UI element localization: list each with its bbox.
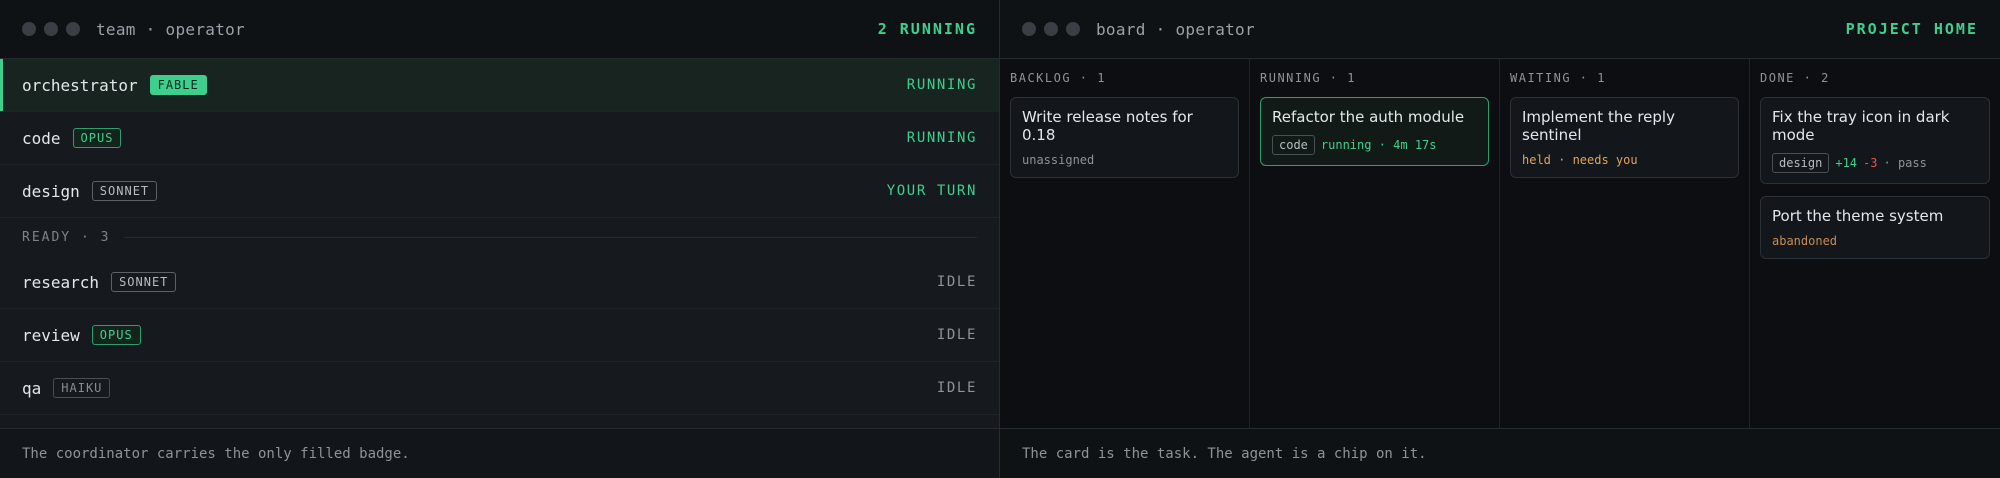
agent-name: code — [22, 128, 61, 148]
column-running: RUNNING · 1 Refactor the auth module cod… — [1250, 59, 1500, 428]
task-title: Implement the reply sentinel — [1522, 108, 1675, 144]
model-badge: HAIKU — [53, 378, 111, 398]
task-meta: code running · 4m 17s — [1272, 135, 1477, 155]
agent-row-research[interactable]: research SONNET IDLE — [0, 256, 999, 309]
project-home-link[interactable]: PROJECT HOME — [1846, 20, 1978, 38]
running-count: 2 RUNNING — [877, 20, 977, 38]
task-title: Port the theme system — [1772, 207, 1944, 225]
agent-row-orchestrator[interactable]: orchestrator FABLE RUNNING — [0, 59, 999, 112]
agent-state: YOUR TURN — [886, 183, 977, 199]
agent-state: IDLE — [936, 274, 977, 290]
run-status: running · 4m 17s — [1320, 138, 1437, 152]
agent-state: RUNNING — [906, 130, 977, 146]
column-header: WAITING · 1 — [1510, 71, 1606, 85]
maximize-window-dot[interactable] — [66, 22, 80, 36]
agent-name: research — [22, 272, 100, 292]
wait-status: held · needs you — [1522, 153, 1638, 167]
task-meta: held · needs you — [1522, 153, 1727, 167]
board-titlebar: board · operator PROJECT HOME — [1000, 0, 2000, 59]
column-header: RUNNING · 1 — [1260, 71, 1356, 85]
model-badge: OPUS — [72, 128, 122, 148]
assignment-status: unassigned — [1022, 153, 1095, 167]
agent-name: qa — [22, 378, 42, 398]
agent-row-design[interactable]: design SONNET YOUR TURN — [0, 165, 999, 218]
kanban-board: BACKLOG · 1 Write release notes for 0.18… — [1000, 59, 2000, 428]
agent-row-review[interactable]: review OPUS IDLE — [0, 309, 999, 362]
model-badge: SONNET — [111, 272, 177, 292]
agent-state: RUNNING — [906, 77, 977, 93]
abandoned-status: abandoned — [1772, 234, 1838, 248]
minimize-window-dot[interactable] — [44, 22, 58, 36]
column-header: DONE · 2 — [1760, 71, 1830, 85]
window-controls — [1022, 22, 1080, 36]
lines-added: +14 — [1835, 156, 1858, 170]
team-panel: team · operator 2 RUNNING orchestrator F… — [0, 0, 1000, 478]
task-card[interactable]: Fix the tray icon in dark mode design +1… — [1760, 97, 1990, 184]
agent-name: design — [22, 181, 80, 201]
close-window-dot[interactable] — [22, 22, 36, 36]
team-footer-note: The coordinator carries the only filled … — [0, 428, 999, 478]
window-controls — [22, 22, 80, 36]
model-badge: FABLE — [149, 75, 207, 95]
agent-state: IDLE — [936, 380, 977, 396]
task-card[interactable]: Port the theme system abandoned — [1760, 196, 1990, 259]
section-divider — [124, 236, 977, 238]
minimize-window-dot[interactable] — [1044, 22, 1058, 36]
agent-name: orchestrator — [22, 75, 138, 95]
agent-row-qa[interactable]: qa HAIKU IDLE — [0, 362, 999, 415]
agent-row-code[interactable]: code OPUS RUNNING — [0, 112, 999, 165]
task-card[interactable]: Refactor the auth module code running · … — [1260, 97, 1489, 166]
team-titlebar: team · operator 2 RUNNING — [0, 0, 999, 59]
ready-section-header: READY · 3 — [0, 218, 999, 256]
task-title: Fix the tray icon in dark mode — [1772, 108, 1950, 144]
column-done: DONE · 2 Fix the tray icon in dark mode … — [1750, 59, 2000, 428]
task-title: Write release notes for 0.18 — [1022, 108, 1193, 144]
agent-list: orchestrator FABLE RUNNING code OPUS RUN… — [0, 59, 999, 428]
column-backlog: BACKLOG · 1 Write release notes for 0.18… — [1000, 59, 1250, 428]
agent-chip[interactable]: code — [1272, 135, 1315, 155]
model-badge: SONNET — [91, 181, 158, 201]
model-badge: OPUS — [91, 325, 141, 345]
check-result: · pass — [1883, 156, 1927, 170]
task-title: Refactor the auth module — [1272, 108, 1465, 126]
agent-chip[interactable]: design — [1772, 153, 1830, 173]
task-meta: unassigned — [1022, 153, 1227, 167]
task-meta: abandoned — [1772, 234, 1978, 248]
close-window-dot[interactable] — [1022, 22, 1036, 36]
window-title: team · operator — [96, 19, 245, 39]
agent-name: review — [22, 325, 80, 345]
board-panel: board · operator PROJECT HOME BACKLOG · … — [1000, 0, 2000, 478]
window-title: board · operator — [1096, 19, 1255, 39]
task-card[interactable]: Implement the reply sentinel held · need… — [1510, 97, 1739, 178]
column-waiting: WAITING · 1 Implement the reply sentinel… — [1500, 59, 1750, 428]
board-footer-note: The card is the task. The agent is a chi… — [1000, 428, 2000, 478]
agent-state: IDLE — [936, 327, 977, 343]
ready-section-label: READY · 3 — [22, 229, 111, 245]
lines-removed: -3 — [1863, 156, 1878, 170]
maximize-window-dot[interactable] — [1066, 22, 1080, 36]
task-card[interactable]: Write release notes for 0.18 unassigned — [1010, 97, 1239, 178]
column-header: BACKLOG · 1 — [1010, 71, 1106, 85]
task-meta: design +14 -3 · pass — [1772, 153, 1978, 173]
